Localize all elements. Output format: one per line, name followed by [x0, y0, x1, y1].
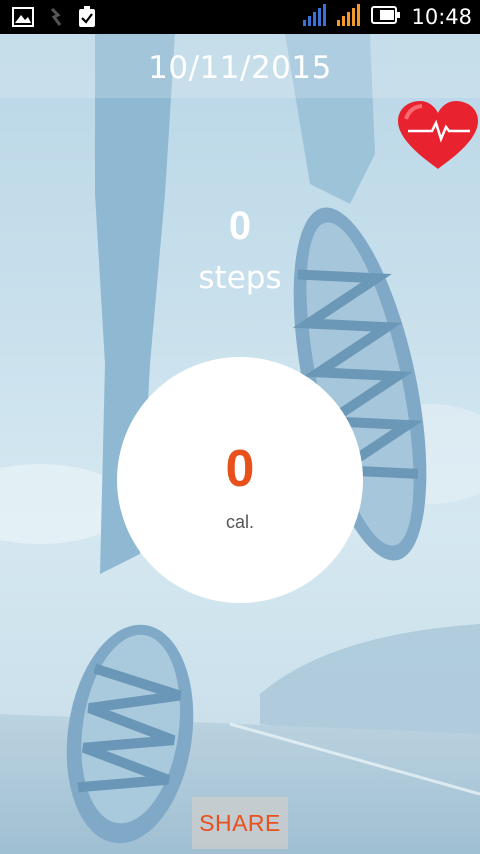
usb-icon: [48, 7, 64, 32]
clipboard-check-icon: [78, 6, 96, 33]
steps-label: steps: [198, 260, 282, 296]
status-bar: 10:48: [0, 0, 480, 34]
heart-rate-icon[interactable]: [396, 101, 480, 171]
signal-icon-1: [303, 3, 327, 31]
date-label: 10/11/2015: [148, 50, 332, 86]
date-header: 10/11/2015: [0, 34, 480, 98]
gallery-icon: [12, 7, 34, 32]
status-time: 10:48: [411, 5, 472, 29]
calories-unit: cal.: [225, 512, 254, 532]
battery-icon: [371, 5, 401, 29]
calories-value: 0: [225, 440, 255, 498]
share-button[interactable]: SHARE: [192, 797, 288, 849]
signal-icon-2: [337, 3, 361, 31]
steps-count: 0: [228, 204, 252, 248]
calories-circle: 0 cal.: [117, 357, 363, 603]
